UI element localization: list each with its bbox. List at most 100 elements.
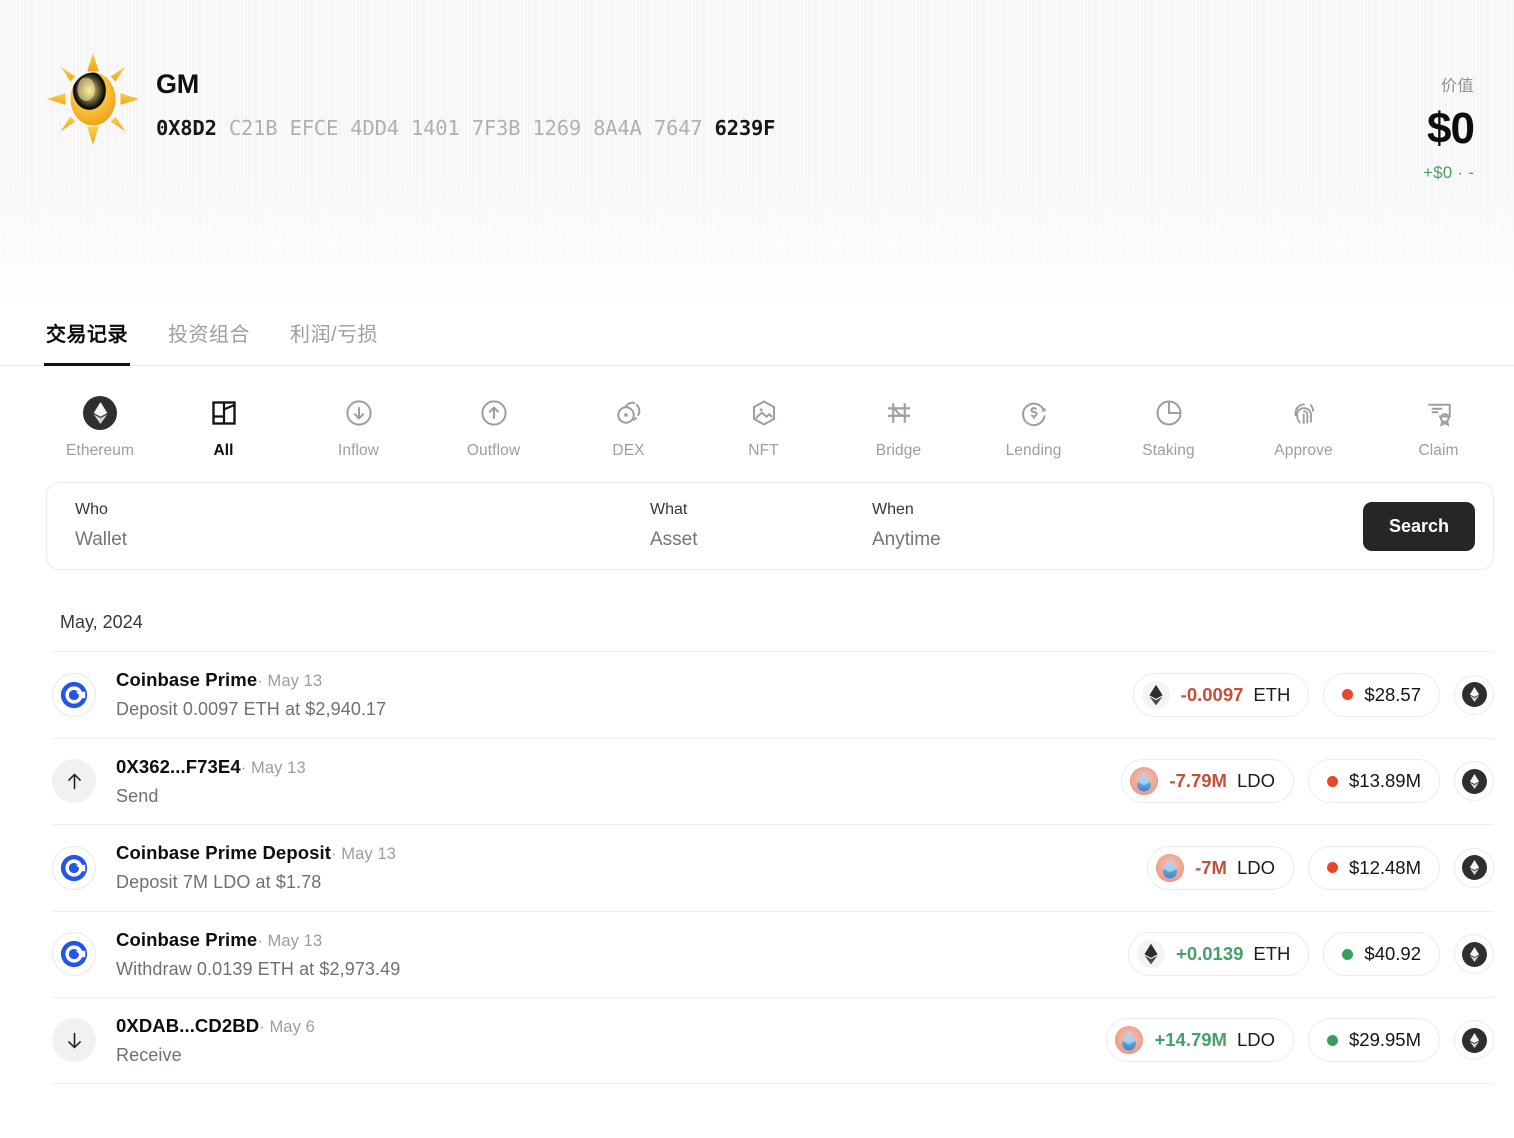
filter-label: Staking (1101, 442, 1236, 460)
filter-outflow[interactable]: Outflow (426, 396, 561, 460)
all-grid-icon (156, 396, 291, 430)
transaction-amounts: +0.0139ETH $40.92 (1128, 932, 1494, 976)
transaction-title: Coinbase Prime Deposit· May 13 (116, 842, 1147, 864)
search-bar: Who What When Search (46, 482, 1494, 570)
usd-value-pill: $12.48M (1308, 846, 1440, 890)
arrow-up-circle-icon (426, 396, 561, 430)
arrow-down-circle-icon (291, 396, 426, 430)
sun-icon (44, 50, 142, 148)
search-button[interactable]: Search (1363, 502, 1475, 551)
filter-nft[interactable]: NFT (696, 396, 831, 460)
search-who-field: Who (71, 501, 646, 551)
transaction-details: Coinbase Prime· May 13Deposit 0.0097 ETH… (116, 669, 1133, 720)
transaction-row[interactable]: Coinbase Prime· May 13Withdraw 0.0139 ET… (52, 911, 1494, 998)
filter-lending[interactable]: Lending (966, 396, 1101, 460)
when-label: When (872, 501, 1359, 519)
transaction-details: Coinbase Prime· May 13Withdraw 0.0139 ET… (116, 929, 1128, 980)
ethereum-chain-icon[interactable] (1454, 675, 1494, 715)
filter-label: Bridge (831, 442, 966, 460)
lido-token-icon (1129, 766, 1159, 796)
staking-pie-icon (1101, 396, 1236, 430)
coinbase-icon (52, 932, 96, 976)
token-amount: -0.0097 (1181, 684, 1244, 706)
token-amount-pill: +0.0139ETH (1128, 932, 1309, 976)
wallet-input[interactable] (75, 529, 642, 551)
transaction-date: · May 13 (331, 845, 396, 863)
usd-value-pill: $13.89M (1308, 759, 1440, 803)
filter-bar: Ethereum All Inflow Outflow (0, 366, 1514, 460)
token-symbol: ETH (1253, 684, 1290, 706)
who-label: Who (75, 501, 642, 519)
value-change: +$0 · - (1423, 163, 1474, 183)
usd-value-pill: $28.57 (1323, 673, 1440, 717)
ethereum-chain-icon[interactable] (1454, 1020, 1494, 1060)
filter-bridge[interactable]: Bridge (831, 396, 966, 460)
token-symbol: LDO (1237, 1029, 1275, 1051)
token-amount: -7M (1195, 857, 1227, 879)
filter-label: Inflow (291, 442, 426, 460)
filter-label: Lending (966, 442, 1101, 460)
tab-portfolio[interactable]: 投资组合 (166, 310, 252, 366)
transaction-details: 0X362...F73E4· May 13Send (116, 756, 1121, 807)
token-amount: +0.0139 (1176, 943, 1243, 965)
month-label: May, 2024 (0, 570, 1514, 651)
ethereum-chain-icon[interactable] (1454, 934, 1494, 974)
transaction-subtitle: Deposit 7M LDO at $1.78 (116, 872, 1147, 893)
usd-value: $12.48M (1349, 857, 1421, 879)
lending-dollar-icon (966, 396, 1101, 430)
address-middle: C21B EFCE 4DD4 1401 7F3B 1269 8A4A 7647 (217, 116, 715, 140)
asset-input[interactable] (650, 529, 864, 551)
transaction-row[interactable]: Coinbase Prime Deposit· May 13 Deposit 7M… (52, 824, 1494, 911)
usd-value-pill: $29.95M (1308, 1018, 1440, 1062)
transaction-subtitle: Receive (116, 1045, 1106, 1066)
coinbase-icon (52, 846, 96, 890)
tab-profit-loss[interactable]: 利润/亏损 (288, 310, 380, 366)
usd-value: $28.57 (1364, 684, 1421, 706)
filter-label: All (156, 442, 291, 460)
transaction-date: · May 13 (257, 932, 322, 950)
filter-all[interactable]: All (156, 396, 291, 460)
transaction-date: · May 6 (259, 1018, 315, 1036)
usd-value: $13.89M (1349, 770, 1421, 792)
transaction-counterparty: 0X362...F73E4 (116, 756, 241, 777)
lido-token-icon (1155, 853, 1185, 883)
wallet-address[interactable]: 0X8D2 C21B EFCE 4DD4 1401 7F3B 1269 8A4A… (156, 116, 775, 140)
certificate-icon (1371, 396, 1506, 430)
transaction-row[interactable]: 0X362...F73E4· May 13Send-7.79MLDO$13.89… (52, 738, 1494, 825)
transaction-title: 0XDAB...CD2BD· May 6 (116, 1015, 1106, 1037)
transaction-counterparty: 0XDAB...CD2BD (116, 1015, 259, 1036)
ethereum-chain-icon[interactable] (1454, 761, 1494, 801)
ethereum-chain-icon[interactable] (1454, 848, 1494, 888)
filter-approve[interactable]: Approve (1236, 396, 1371, 460)
filter-dex[interactable]: DEX (561, 396, 696, 460)
wallet-name: GM (156, 70, 775, 100)
ethereum-icon (44, 396, 156, 430)
transaction-details: Coinbase Prime Deposit· May 13 Deposit 7M… (116, 842, 1147, 893)
main-tabs: 交易记录 投资组合 利润/亏损 (0, 310, 1514, 366)
arrow-up-icon (52, 759, 96, 803)
search-when-field: When (868, 501, 1363, 551)
transaction-title: Coinbase Prime· May 13 (116, 929, 1128, 951)
filter-inflow[interactable]: Inflow (291, 396, 426, 460)
tab-transactions[interactable]: 交易记录 (44, 310, 130, 366)
token-amount: -7.79M (1169, 770, 1227, 792)
filter-label: Approve (1236, 442, 1371, 460)
filter-ethereum[interactable]: Ethereum (44, 396, 156, 460)
status-dot (1342, 689, 1353, 700)
transaction-list: Coinbase Prime· May 13Deposit 0.0097 ETH… (0, 651, 1514, 1084)
transaction-row[interactable]: 0XDAB...CD2BD· May 6Receive+14.79MLDO$29… (52, 997, 1494, 1084)
transaction-row[interactable]: Coinbase Prime· May 13Deposit 0.0097 ETH… (52, 651, 1494, 738)
transaction-details: 0XDAB...CD2BD· May 6 Receive (116, 1015, 1106, 1066)
transaction-amounts: -7.79MLDO$13.89M (1121, 759, 1494, 803)
filter-claim[interactable]: Claim (1371, 396, 1506, 460)
filter-label: NFT (696, 442, 831, 460)
when-input[interactable] (872, 529, 1359, 551)
status-dot (1327, 1035, 1338, 1046)
usd-value: $40.92 (1364, 943, 1421, 965)
value-label: 价值 (1423, 72, 1474, 96)
filter-staking[interactable]: Staking (1101, 396, 1236, 460)
transaction-amounts: -7MLDO$12.48M (1147, 846, 1494, 890)
transaction-title: Coinbase Prime· May 13 (116, 669, 1133, 691)
transaction-counterparty: Coinbase Prime Deposit (116, 842, 331, 863)
status-dot (1342, 949, 1353, 960)
